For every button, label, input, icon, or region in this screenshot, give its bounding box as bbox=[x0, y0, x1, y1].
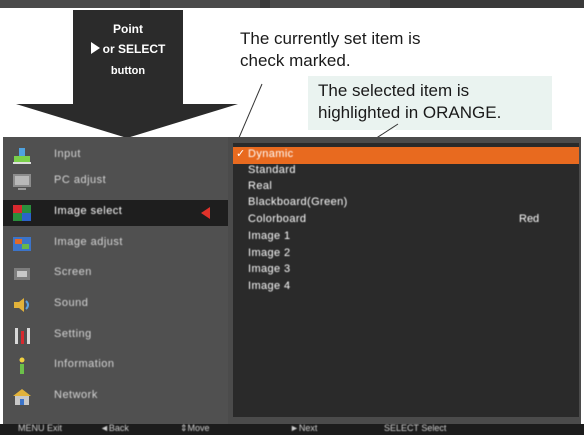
screen-icon bbox=[14, 268, 30, 280]
sidebar-item-screen[interactable]: Screen bbox=[3, 261, 228, 287]
menu-sidebar: Input PC adjust Image select Image adjus… bbox=[3, 137, 228, 425]
hint-next: ►Next bbox=[290, 423, 318, 433]
option-real[interactable]: Real bbox=[233, 179, 579, 196]
option-dynamic[interactable]: ✓ Dynamic bbox=[233, 147, 579, 164]
sidebar-item-sound[interactable]: Sound bbox=[3, 292, 228, 318]
sidebar-item-label: PC adjust bbox=[54, 174, 107, 186]
image-adjust-icon bbox=[13, 237, 31, 251]
option-image-4[interactable]: Image 4 bbox=[233, 279, 579, 296]
sidebar-item-information[interactable]: Information bbox=[3, 353, 228, 379]
network-icon bbox=[13, 389, 31, 405]
input-icon bbox=[13, 148, 31, 164]
option-colorboard[interactable]: Colorboard Red bbox=[233, 212, 579, 229]
sidebar-item-input[interactable]: Input bbox=[3, 143, 228, 169]
hint-menu-exit: MENU Exit bbox=[18, 423, 63, 433]
active-indicator-icon bbox=[201, 207, 210, 219]
image-select-icon bbox=[13, 205, 31, 221]
sidebar-item-image-adjust[interactable]: Image adjust bbox=[3, 231, 228, 257]
option-image-1[interactable]: Image 1 bbox=[233, 229, 579, 246]
sidebar-item-label: Network bbox=[54, 389, 98, 401]
sidebar-item-label: Image select bbox=[54, 205, 123, 217]
option-image-2[interactable]: Image 2 bbox=[233, 246, 579, 263]
option-label: Colorboard bbox=[248, 213, 307, 225]
option-image-3[interactable]: Image 3 bbox=[233, 262, 579, 279]
sidebar-item-pc-adjust[interactable]: PC adjust bbox=[3, 169, 228, 195]
pc-adjust-icon bbox=[13, 174, 31, 190]
option-label: Image 3 bbox=[248, 263, 291, 275]
option-label: Real bbox=[248, 180, 273, 192]
sidebar-item-label: Image adjust bbox=[54, 236, 123, 248]
option-label: Image 1 bbox=[248, 230, 291, 242]
sidebar-item-label: Screen bbox=[54, 266, 92, 278]
sidebar-item-label: Input bbox=[54, 148, 81, 160]
option-label: Blackboard(Green) bbox=[248, 196, 348, 208]
sound-icon bbox=[14, 298, 29, 312]
option-label: Image 2 bbox=[248, 247, 291, 259]
image-select-panel: ✓ Dynamic Standard Real Blackboard(Green… bbox=[233, 143, 579, 417]
sidebar-item-label: Setting bbox=[54, 328, 92, 340]
option-standard[interactable]: Standard bbox=[233, 163, 579, 180]
sidebar-item-image-select[interactable]: Image select bbox=[3, 200, 228, 226]
colorboard-value: Red bbox=[519, 213, 540, 225]
sidebar-item-network[interactable]: Network bbox=[3, 384, 228, 410]
sidebar-item-label: Sound bbox=[54, 297, 89, 309]
footer-hint-bar: MENU Exit ◄Back ⇕Move ►Next SELECT Selec… bbox=[0, 423, 584, 435]
sidebar-item-setting[interactable]: Setting bbox=[3, 323, 228, 349]
hint-move: ⇕Move bbox=[180, 423, 210, 433]
projector-menu: Input PC adjust Image select Image adjus… bbox=[3, 137, 581, 425]
option-label: Standard bbox=[248, 164, 296, 176]
hint-back: ◄Back bbox=[100, 423, 129, 433]
check-mark-icon: ✓ bbox=[236, 148, 246, 160]
option-label: Dynamic bbox=[248, 148, 294, 160]
option-label: Image 4 bbox=[248, 280, 291, 292]
hint-select: SELECT Select bbox=[384, 423, 447, 433]
option-blackboard-green[interactable]: Blackboard(Green) bbox=[233, 195, 579, 212]
sidebar-item-label: Information bbox=[54, 358, 115, 370]
setting-icon bbox=[15, 328, 30, 344]
information-icon bbox=[19, 357, 25, 374]
